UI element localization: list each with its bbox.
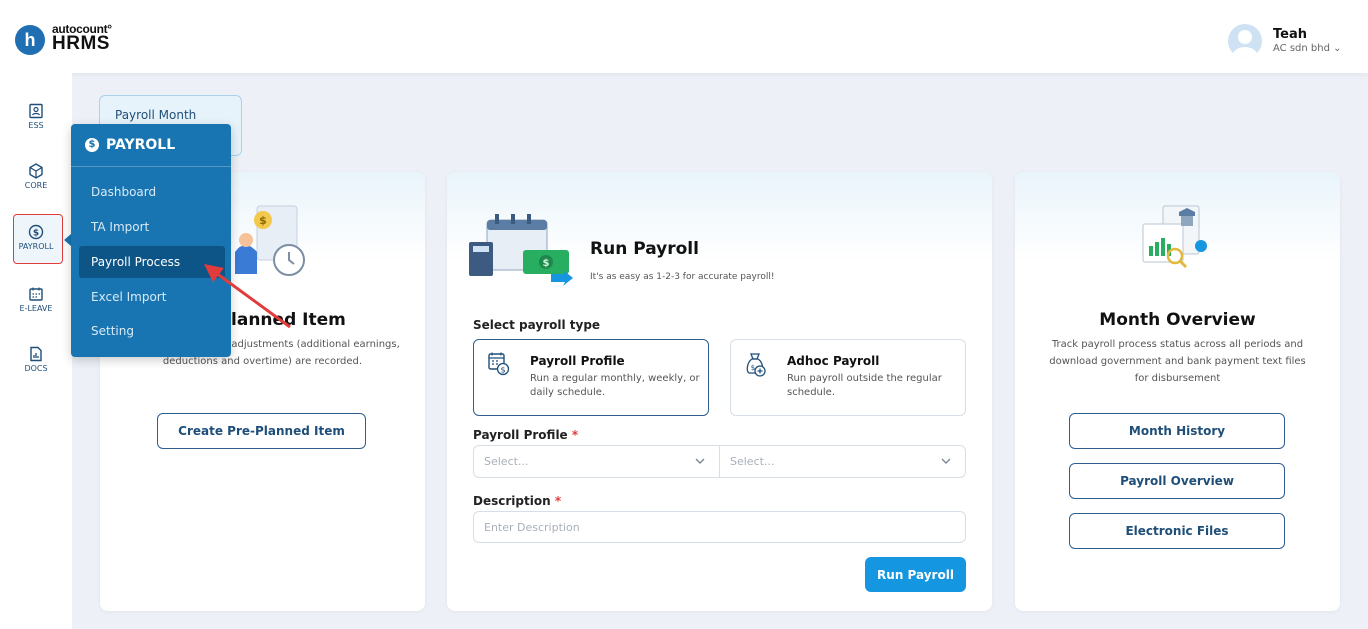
rail-item-core[interactable]: CORE (0, 163, 72, 213)
payroll-profile-label: Payroll Profile * (473, 428, 578, 442)
required-asterisk: * (571, 428, 579, 442)
payroll-icon: $ (28, 224, 44, 240)
rail-label-ess: ESS (28, 121, 44, 130)
payroll-profile-label-text: Payroll Profile (473, 428, 568, 442)
svg-text:$: $ (33, 229, 39, 239)
left-rail: ESS CORE $ PAYROLL E-LEAVE DOCS (0, 73, 72, 629)
payroll-profile-title: Payroll Profile (530, 354, 625, 368)
month-overview-card: Month Overview Track payroll process sta… (1015, 172, 1340, 611)
menu-item-dashboard[interactable]: Dashboard (79, 176, 225, 208)
docs-icon (30, 346, 42, 362)
rail-label-core: CORE (24, 181, 48, 190)
month-overview-desc-line: for disbursement (1134, 373, 1221, 384)
payroll-type-adhoc-option[interactable]: $ Adhoc Payroll Run payroll outside the … (730, 339, 966, 416)
top-header: h autocount° HRMS Teah AC sdn bhd ⌄ (0, 0, 1368, 73)
month-overview-illustration-icon (1142, 205, 1207, 269)
payroll-profile-icon: $ (488, 352, 510, 376)
adhoc-payroll-title: Adhoc Payroll (787, 354, 880, 368)
menu-item-ta-import[interactable]: TA Import (79, 211, 225, 243)
payroll-type-profile-option[interactable]: $ Payroll Profile Run a regular monthly,… (473, 339, 709, 416)
rail-label-eleave: E-LEAVE (19, 304, 53, 313)
svg-text:$: $ (543, 258, 550, 269)
adhoc-payroll-desc: Run payroll outside the regular schedule… (787, 373, 942, 398)
select-placeholder: Select... (730, 455, 775, 468)
electronic-files-button[interactable]: Electronic Files (1069, 513, 1285, 549)
run-payroll-illustration-icon: $ (469, 214, 573, 286)
ess-icon (29, 103, 43, 119)
rail-flyout-caret (64, 234, 71, 246)
run-payroll-title: Run Payroll (590, 239, 699, 259)
calendar-icon (29, 287, 43, 301)
user-avatar-icon (1232, 30, 1258, 58)
tab-payroll-month-label: Payroll Month (115, 108, 197, 122)
rail-item-docs[interactable]: DOCS (0, 346, 72, 396)
month-overview-desc-line: Track payroll process status across all … (1051, 339, 1304, 350)
required-asterisk: * (554, 494, 562, 508)
logo-mark[interactable]: h (15, 25, 45, 55)
user-name[interactable]: Teah (1273, 27, 1307, 42)
month-overview-description: Track payroll process status across all … (1035, 336, 1320, 387)
core-icon (29, 163, 43, 179)
month-overview-title: Month Overview (1099, 310, 1256, 330)
payroll-profile-desc: Run a regular monthly, weekly, or daily … (530, 373, 700, 398)
logo-product-text: HRMS (52, 33, 110, 54)
run-payroll-card: $ Run Payroll It's as easy as 1-2-3 for … (447, 172, 992, 611)
payroll-overview-button[interactable]: Payroll Overview (1069, 463, 1285, 499)
run-payroll-button[interactable]: Run Payroll (865, 557, 966, 592)
payroll-flyout-title: PAYROLL (106, 137, 176, 153)
month-overview-desc-line: download government and bank payment tex… (1049, 356, 1306, 367)
svg-text:$: $ (259, 214, 267, 227)
rail-item-payroll[interactable]: $ PAYROLL (0, 224, 72, 274)
run-payroll-subtitle: It's as easy as 1-2-3 for accurate payro… (590, 272, 775, 282)
rail-label-payroll: PAYROLL (18, 242, 54, 251)
rail-item-ess[interactable]: ESS (0, 103, 72, 153)
month-history-button[interactable]: Month History (1069, 413, 1285, 449)
select-payroll-type-label: Select payroll type (473, 318, 601, 332)
payroll-profile-select[interactable]: Select... (473, 445, 720, 478)
annotation-arrow-icon (204, 264, 291, 329)
payroll-period-select[interactable]: Select... (719, 445, 966, 478)
dollar-coin-icon: $ (85, 138, 99, 152)
rail-item-eleave[interactable]: E-LEAVE (0, 286, 72, 336)
chevron-down-icon (941, 458, 951, 464)
create-pre-planned-item-button[interactable]: Create Pre-Planned Item (157, 413, 366, 449)
rail-label-docs: DOCS (24, 364, 48, 373)
description-input[interactable] (473, 511, 966, 543)
select-placeholder: Select... (484, 455, 529, 468)
svg-text:$: $ (500, 366, 505, 375)
company-switcher[interactable]: AC sdn bhd ⌄ (1273, 43, 1342, 54)
description-label-text: Description (473, 494, 551, 508)
description-label: Description * (473, 494, 561, 508)
money-bag-icon: $ (746, 353, 766, 377)
payroll-flyout-header: $ PAYROLL (71, 124, 231, 167)
chevron-down-icon (695, 458, 705, 464)
avatar[interactable] (1228, 24, 1262, 58)
